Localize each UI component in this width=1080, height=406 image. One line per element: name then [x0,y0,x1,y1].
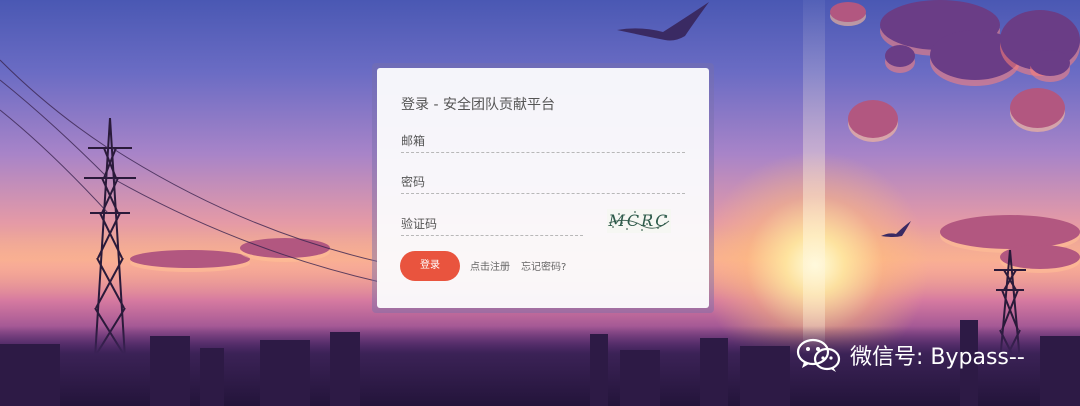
page-background: 登录 - 安全团队贡献平台 邮箱 密码 验证码 MCRC 登录 点击注册 忘记密… [0,0,1080,406]
email-field[interactable]: 邮箱 [401,132,685,153]
watermark-text: 微信号: Bypass-- [850,345,1025,370]
watermark: 微信号: Bypass-- [796,336,1025,374]
building [700,338,728,406]
password-label: 密码 [401,175,426,189]
cloud [940,215,1080,249]
cloud [1010,88,1065,128]
building [0,344,60,406]
login-card: 登录 - 安全团队贡献平台 邮箱 密码 验证码 MCRC 登录 点击注册 忘记密… [377,68,709,308]
building [740,346,790,406]
building [200,348,224,406]
captcha-image[interactable]: MCRC [607,209,671,233]
email-label: 邮箱 [401,134,426,148]
login-title: 登录 - 安全团队贡献平台 [401,97,555,113]
bird-icon [881,221,911,237]
captcha-field[interactable]: 验证码 [401,215,583,236]
password-field[interactable]: 密码 [401,173,685,194]
cloud [830,2,866,22]
forgot-password-link[interactable]: 忘记密码? [521,258,566,273]
building [260,340,310,406]
cloud [885,45,915,67]
cloud [1030,50,1070,76]
building [1040,336,1080,406]
bird-icon [617,2,709,41]
building [590,334,608,406]
register-link[interactable]: 点击注册 [470,258,510,273]
captcha-text: MCRC [608,211,670,230]
building [330,332,360,406]
building [150,336,190,406]
building [620,350,660,406]
login-button[interactable]: 登录 [400,251,460,281]
captcha-label: 验证码 [401,217,438,231]
cloud [848,100,898,138]
wechat-icon [796,338,841,372]
